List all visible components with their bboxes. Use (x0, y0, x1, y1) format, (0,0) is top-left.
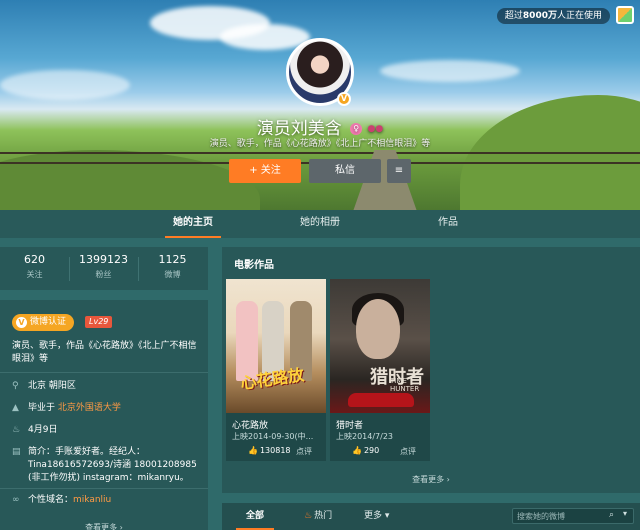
domain-prefix: 个性域名： (28, 495, 74, 505)
feed-tab-hot[interactable]: ♨ 热门 (304, 503, 332, 530)
fence (0, 152, 640, 154)
link-icon: ∞ (12, 495, 20, 505)
users-badge-count: 8000万 (522, 11, 557, 21)
level-badge[interactable]: Lv29 (85, 316, 113, 328)
stat-value: 620 (24, 253, 45, 266)
stat-fans[interactable]: 1399123 粉丝 (69, 253, 138, 280)
stat-label: 粉丝 (95, 270, 112, 279)
movie-likes-count: 130818 (259, 446, 291, 455)
feed-tab-more[interactable]: 更多 ▾ (364, 503, 389, 530)
movie-likes-count: 290 (363, 446, 380, 455)
users-count-badge: 超过8000万人正在使用 (496, 8, 610, 24)
tab-album[interactable]: 她的相册 (292, 210, 348, 238)
info-see-more-link[interactable]: 查看更多 › (0, 522, 208, 530)
movies-card: 电影作品 心花路放 心花路放 上映2014-09-30(中... 👍 130818… (222, 247, 640, 493)
movies-heading: 电影作品 (234, 260, 274, 271)
tab-home[interactable]: 她的主页 (165, 210, 221, 238)
location-pin-icon: ⚲ (12, 381, 19, 391)
movie-likes[interactable]: 👍 130818 (248, 446, 291, 455)
location-text: 北京 朝阳区 (28, 381, 76, 391)
poster-subtitle: TIME HUNTER (390, 377, 420, 393)
graduation-cap-icon: ▲ (12, 403, 19, 413)
cloud (0, 70, 130, 100)
member-icon: ●● (367, 124, 384, 134)
female-icon: ♀ (350, 123, 363, 135)
verified-v-icon: V (337, 92, 351, 106)
poster-figure (356, 299, 400, 359)
stat-label: 关注 (26, 270, 43, 279)
stat-value: 1399123 (79, 253, 128, 266)
profile-text: 简介：手账爱好者。经纪人：Tina18616572693/诗涵 18001208… (28, 447, 197, 483)
tab-works[interactable]: 作品 (428, 210, 468, 238)
users-badge-suffix: 人正在使用 (556, 11, 602, 21)
chevron-down-icon[interactable]: ▾ (623, 509, 627, 518)
feed-search-input[interactable] (517, 510, 607, 522)
feed-tab-all[interactable]: 全部 (236, 503, 274, 530)
divider (0, 372, 208, 373)
movie-release-date: 上映2014-09-30(中... (232, 432, 314, 441)
movie-review-link[interactable]: 点评 (296, 446, 312, 457)
feed-tab-more-label: 更多 (364, 511, 383, 521)
education-prefix: 毕业于 (28, 403, 56, 413)
movie-title[interactable]: 心花路放 (232, 418, 268, 431)
search-icon[interactable]: ⌕ (609, 510, 614, 520)
poster-car (348, 393, 414, 407)
users-badge-prefix: 超过 (504, 11, 523, 21)
feed-tab-hot-label: 热门 (314, 511, 333, 521)
birthday-text: 4月9日 (28, 425, 58, 435)
feed-filter-bar: 全部 ♨热门 更多 ▾ ⌕ ▾ (222, 503, 640, 530)
verify-badge[interactable]: V 微博认证 (12, 314, 75, 331)
movie-release-date: 上映2014/7/23 (336, 432, 394, 441)
message-button[interactable]: 私信 (309, 159, 381, 183)
feed-search-box: ⌕ ▾ (512, 508, 634, 524)
movie-poster[interactable]: 心花路放 (226, 279, 326, 413)
movie-card[interactable]: 猎时者 TIME HUNTER 猎时者 上映2014/7/23 👍 290 点评 (330, 279, 430, 461)
hill (0, 150, 260, 210)
divider (0, 488, 208, 489)
intro-text: 演员、歌手，作品《心花路放》《北上广不相信眼泪》等 (12, 341, 197, 364)
movies-see-more-link[interactable]: 查看更多 › (222, 474, 640, 485)
movie-poster[interactable]: 猎时者 TIME HUNTER (330, 279, 430, 413)
stat-value: 1125 (158, 253, 187, 266)
profile-card-icon: ▤ (12, 447, 21, 457)
cloud (380, 60, 520, 82)
movie-likes[interactable]: 👍 290 (352, 446, 379, 455)
flame-icon: ♨ (304, 511, 313, 521)
stat-weibo[interactable]: 1125 微博 (138, 253, 207, 280)
chevron-down-icon: ▾ (384, 511, 390, 521)
education-link[interactable]: 北京外国语大学 (58, 403, 121, 413)
cake-icon: ♨ (12, 425, 21, 435)
thumbs-up-icon: 👍 (352, 446, 362, 455)
info-card: V 微博认证 Lv29 演员、歌手，作品《心花路放》《北上广不相信眼泪》等 ⚲ 北… (0, 300, 208, 530)
follow-button[interactable]: + 关注 (229, 159, 301, 183)
verified-v-icon: V (16, 317, 27, 328)
stat-label: 微博 (164, 270, 181, 279)
more-menu-button[interactable]: ≡ (387, 159, 411, 183)
verify-label: 微博认证 (30, 317, 67, 327)
movie-title[interactable]: 猎时者 (336, 418, 363, 431)
domain-link[interactable]: mikanliu (73, 495, 111, 505)
cover-banner: 超过8000万人正在使用 V 演员刘美含 ♀ ●● 演员、歌手，作品《心花路放》… (0, 0, 640, 210)
stats-card: 620 关注 1399123 粉丝 1125 微博 (0, 247, 208, 290)
movie-card[interactable]: 心花路放 心花路放 上映2014-09-30(中... 👍 130818 点评 (226, 279, 326, 461)
skin-tile-icon[interactable] (616, 6, 634, 24)
profile-tabs: 她的主页 她的相册 作品 (0, 210, 640, 238)
thumbs-up-icon: 👍 (248, 446, 258, 455)
profile-bio: 演员、歌手，作品《心花路放》《北上广不相信眼泪》等 (209, 139, 431, 149)
stat-following[interactable]: 620 关注 (0, 253, 69, 280)
movie-review-link[interactable]: 点评 (400, 446, 416, 457)
